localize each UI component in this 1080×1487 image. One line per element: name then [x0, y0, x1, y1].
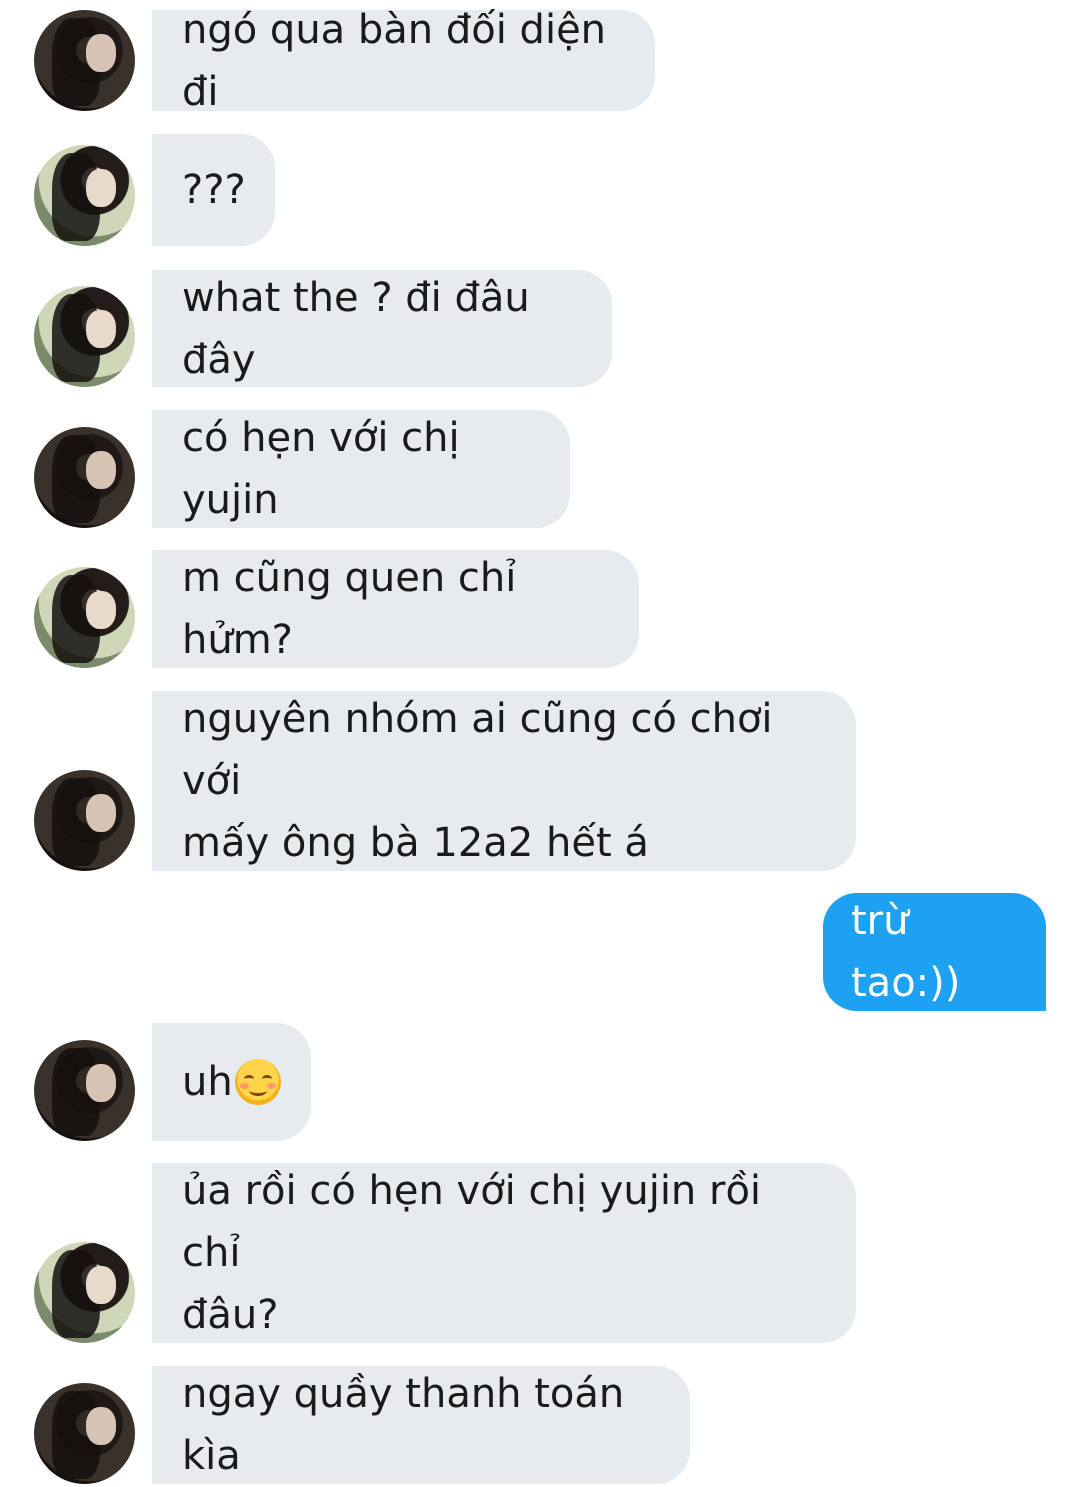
message-text: ủa rồi có hẹn với chị yujin rồi chỉ đâu? [182, 1168, 762, 1338]
message-text: có hẹn với chị yujin [182, 415, 473, 523]
message-text: trừ tao:)) [851, 898, 961, 1006]
message-bubble[interactable]: what the ? đi đâu đây [152, 270, 612, 387]
message-text: ngay quầy thanh toán kìa [182, 1371, 637, 1479]
message-bubble[interactable]: có hẹn với chị yujin [152, 410, 570, 528]
message-bubble[interactable]: nguyên nhóm ai cũng có chơi với mấy ông … [152, 691, 856, 871]
avatar[interactable] [34, 1242, 135, 1343]
message-text: m cũng quen chỉ hửm? [182, 555, 530, 663]
avatar[interactable] [34, 427, 135, 528]
avatar[interactable] [34, 1040, 135, 1141]
avatar[interactable] [34, 10, 135, 111]
message-text: ??? [182, 167, 246, 213]
avatar[interactable] [34, 286, 135, 387]
message-text: ngó qua bàn đối diện đi [182, 6, 619, 115]
message-text: what the ? đi đâu đây [182, 274, 543, 383]
message-bubble[interactable]: uh [152, 1023, 311, 1141]
message-bubble[interactable]: ngay quầy thanh toán kìa [152, 1366, 690, 1484]
message-bubble[interactable]: ủa rồi có hẹn với chị yujin rồi chỉ đâu? [152, 1163, 856, 1343]
message-bubble[interactable]: ??? [152, 134, 275, 246]
message-text: nguyên nhóm ai cũng có chơi với mấy ông … [182, 696, 773, 866]
avatar[interactable] [34, 145, 135, 246]
avatar[interactable] [34, 1383, 135, 1484]
outgoing-message-bubble[interactable]: trừ tao:)) [823, 893, 1046, 1011]
message-bubble[interactable]: ngó qua bàn đối diện đi [152, 7, 655, 115]
avatar[interactable] [34, 770, 135, 871]
smiling-face-emoji-icon [234, 1059, 281, 1105]
message-bubble[interactable]: m cũng quen chỉ hửm? [152, 550, 639, 668]
message-text: uh [182, 1059, 233, 1105]
avatar[interactable] [34, 567, 135, 668]
